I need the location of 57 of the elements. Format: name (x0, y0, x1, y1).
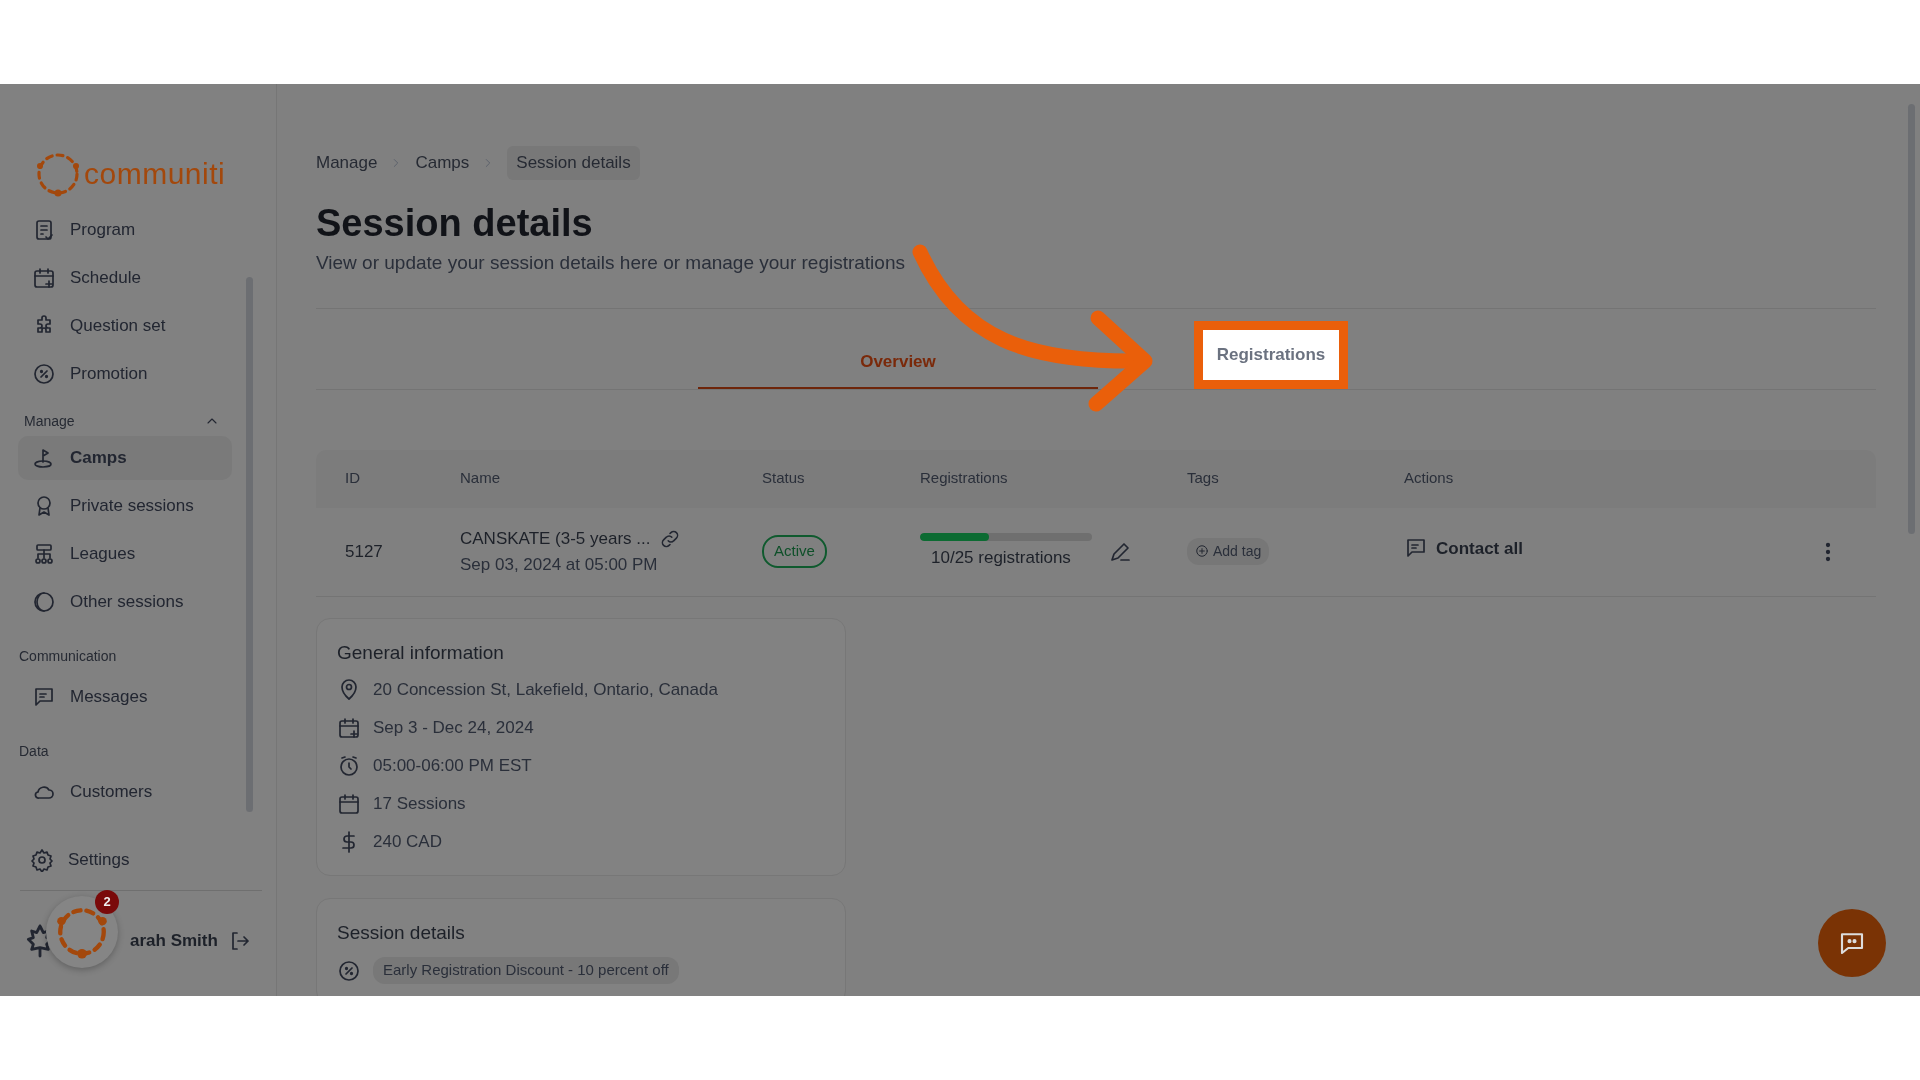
stopwatch-icon (337, 754, 361, 779)
column-header: Registrations (920, 468, 1009, 489)
sidebar-item[interactable]: Messages (18, 675, 232, 719)
logo-icon (34, 150, 82, 198)
sidebar-item[interactable]: Camps (18, 436, 232, 480)
info-text: 17 Sessions (373, 793, 466, 816)
percent-circle-icon (32, 362, 56, 386)
half-circle-icon (32, 590, 56, 614)
section-heading: Manage (24, 411, 75, 431)
message-icon (32, 685, 56, 709)
sidebar-item[interactable]: Leagues (18, 532, 232, 576)
section-heading: Communication (19, 647, 118, 666)
notification-count: 2 (95, 890, 119, 914)
column-header: Tags (1187, 468, 1220, 489)
sidebar-item[interactable]: Promotion (18, 352, 232, 396)
breadcrumb-link[interactable]: Session details (507, 146, 640, 180)
page-title: Session details (316, 201, 594, 246)
table-cell-text: 5127 (345, 540, 384, 563)
logo-text: communiti (84, 159, 226, 189)
contact-all-link[interactable]: Contact all (1404, 535, 1523, 562)
sidebar-item[interactable]: Settings (18, 838, 232, 882)
column-header: ID (345, 468, 361, 489)
info-text: 05:00-06:00 PM EST (373, 755, 532, 778)
calendar-icon (337, 792, 361, 817)
user-name: arah Smith (130, 930, 218, 953)
chat-widget-button[interactable] (46, 896, 118, 968)
session-date: Sep 03, 2024 at 05:00 PM (460, 553, 659, 576)
calendar-plus-icon (32, 266, 56, 290)
sidebar-item[interactable]: Customers (18, 770, 232, 814)
tab[interactable]: Overview (698, 336, 1098, 389)
session-name: CANSKATE (3-5 years ... (460, 528, 651, 551)
sidebar-item[interactable]: Program (18, 208, 232, 252)
info-text: 240 CAD (373, 831, 442, 854)
sidebar-item[interactable]: Schedule (18, 256, 232, 300)
card-title: General information (337, 640, 505, 665)
hierarchy-icon (32, 542, 56, 566)
breadcrumb-link[interactable]: Camps (415, 150, 470, 176)
section-heading: Data (19, 742, 50, 761)
breadcrumb-link[interactable]: Manage (316, 150, 378, 176)
registration-count: 10/25 registrations (931, 546, 1072, 569)
status-badge: Active (762, 535, 827, 568)
sidebar-item[interactable]: Other sessions (18, 580, 232, 624)
info-text: 20 Concession St, Lakefield, Ontario, Canada (373, 679, 718, 702)
add-tag-button[interactable]: Add tag (1187, 537, 1270, 565)
column-header: Name (460, 468, 501, 489)
page-subtitle: View or update your session details here or manage your registrations (316, 251, 906, 276)
percent-circle-icon (337, 958, 361, 983)
info-text: Sep 3 - Dec 24, 2024 (373, 717, 534, 740)
sidebar-item[interactable]: Private sessions (18, 484, 232, 528)
column-header: Status (762, 468, 806, 489)
settings-icon (30, 848, 54, 872)
column-header: Actions (1404, 468, 1455, 489)
calendar-plus-icon (337, 716, 361, 741)
plus-circle-icon (1195, 544, 1209, 559)
discount-tag: Early Registration Discount - 10 percent off (373, 957, 679, 984)
sidebar-item[interactable]: Question set (18, 304, 232, 348)
card-title: Session details (337, 921, 466, 946)
